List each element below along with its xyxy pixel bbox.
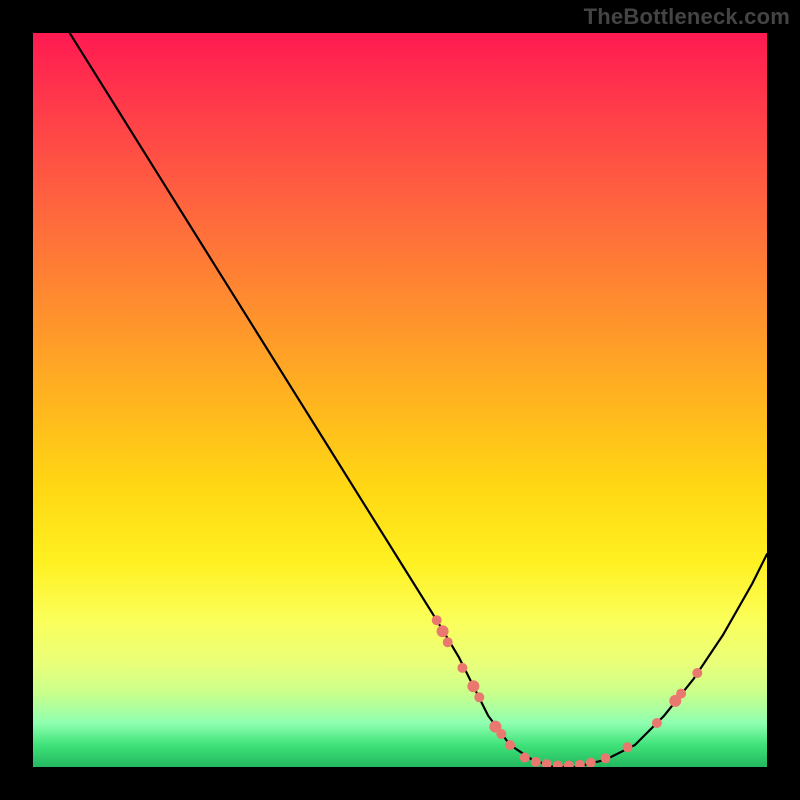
marker-dot [437, 625, 449, 637]
marker-dot [586, 758, 596, 767]
marker-dot [432, 615, 442, 625]
marker-dot [474, 692, 484, 702]
marker-dot [520, 753, 530, 763]
chart-svg [33, 33, 767, 767]
chart-frame: TheBottleneck.com [0, 0, 800, 800]
marker-dot [676, 689, 686, 699]
marker-dot [457, 663, 467, 673]
marker-dot [575, 760, 585, 767]
marker-dot [692, 668, 702, 678]
marker-dot [505, 740, 515, 750]
marker-group [432, 615, 703, 767]
marker-dot [652, 718, 662, 728]
marker-dot [531, 757, 541, 767]
marker-dot [553, 761, 563, 768]
watermark-text: TheBottleneck.com [584, 4, 790, 30]
marker-dot [542, 759, 552, 767]
marker-dot [467, 680, 479, 692]
curve-line [70, 33, 767, 767]
marker-dot [623, 742, 633, 752]
marker-dot [496, 729, 506, 739]
marker-dot [601, 753, 611, 763]
marker-dot [564, 761, 574, 768]
plot-area [33, 33, 767, 767]
marker-dot [443, 637, 453, 647]
